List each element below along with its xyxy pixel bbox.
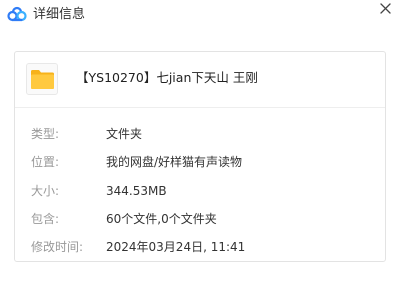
details-card: 【YS10270】七jian下天山 王刚 类型: 文件夹 位置: 我的网盘/好样… <box>14 51 386 262</box>
cloud-icon <box>7 6 27 22</box>
size-value: 344.53MB <box>106 184 167 198</box>
modified-time-label: 修改时间: <box>31 240 84 254</box>
modified-time-value: 2024年03月24日, 11:41 <box>106 240 246 254</box>
size-label: 大小: <box>31 184 60 198</box>
location-value: 我的网盘/好样猫有声读物 <box>106 155 243 169</box>
title-bar: 详细信息 <box>0 0 395 30</box>
folder-icon <box>31 70 54 89</box>
location-label: 位置: <box>31 155 60 169</box>
folder-thumbnail <box>26 63 58 95</box>
type-value: 文件夹 <box>106 127 143 141</box>
close-icon[interactable] <box>376 0 395 19</box>
contains-value: 60个文件,0个文件夹 <box>106 212 217 226</box>
window-title: 详细信息 <box>33 7 86 22</box>
folder-name: 【YS10270】七jian下天山 王刚 <box>76 70 258 85</box>
type-label: 类型: <box>31 127 60 141</box>
divider <box>15 107 385 108</box>
contains-label: 包含: <box>31 212 60 226</box>
